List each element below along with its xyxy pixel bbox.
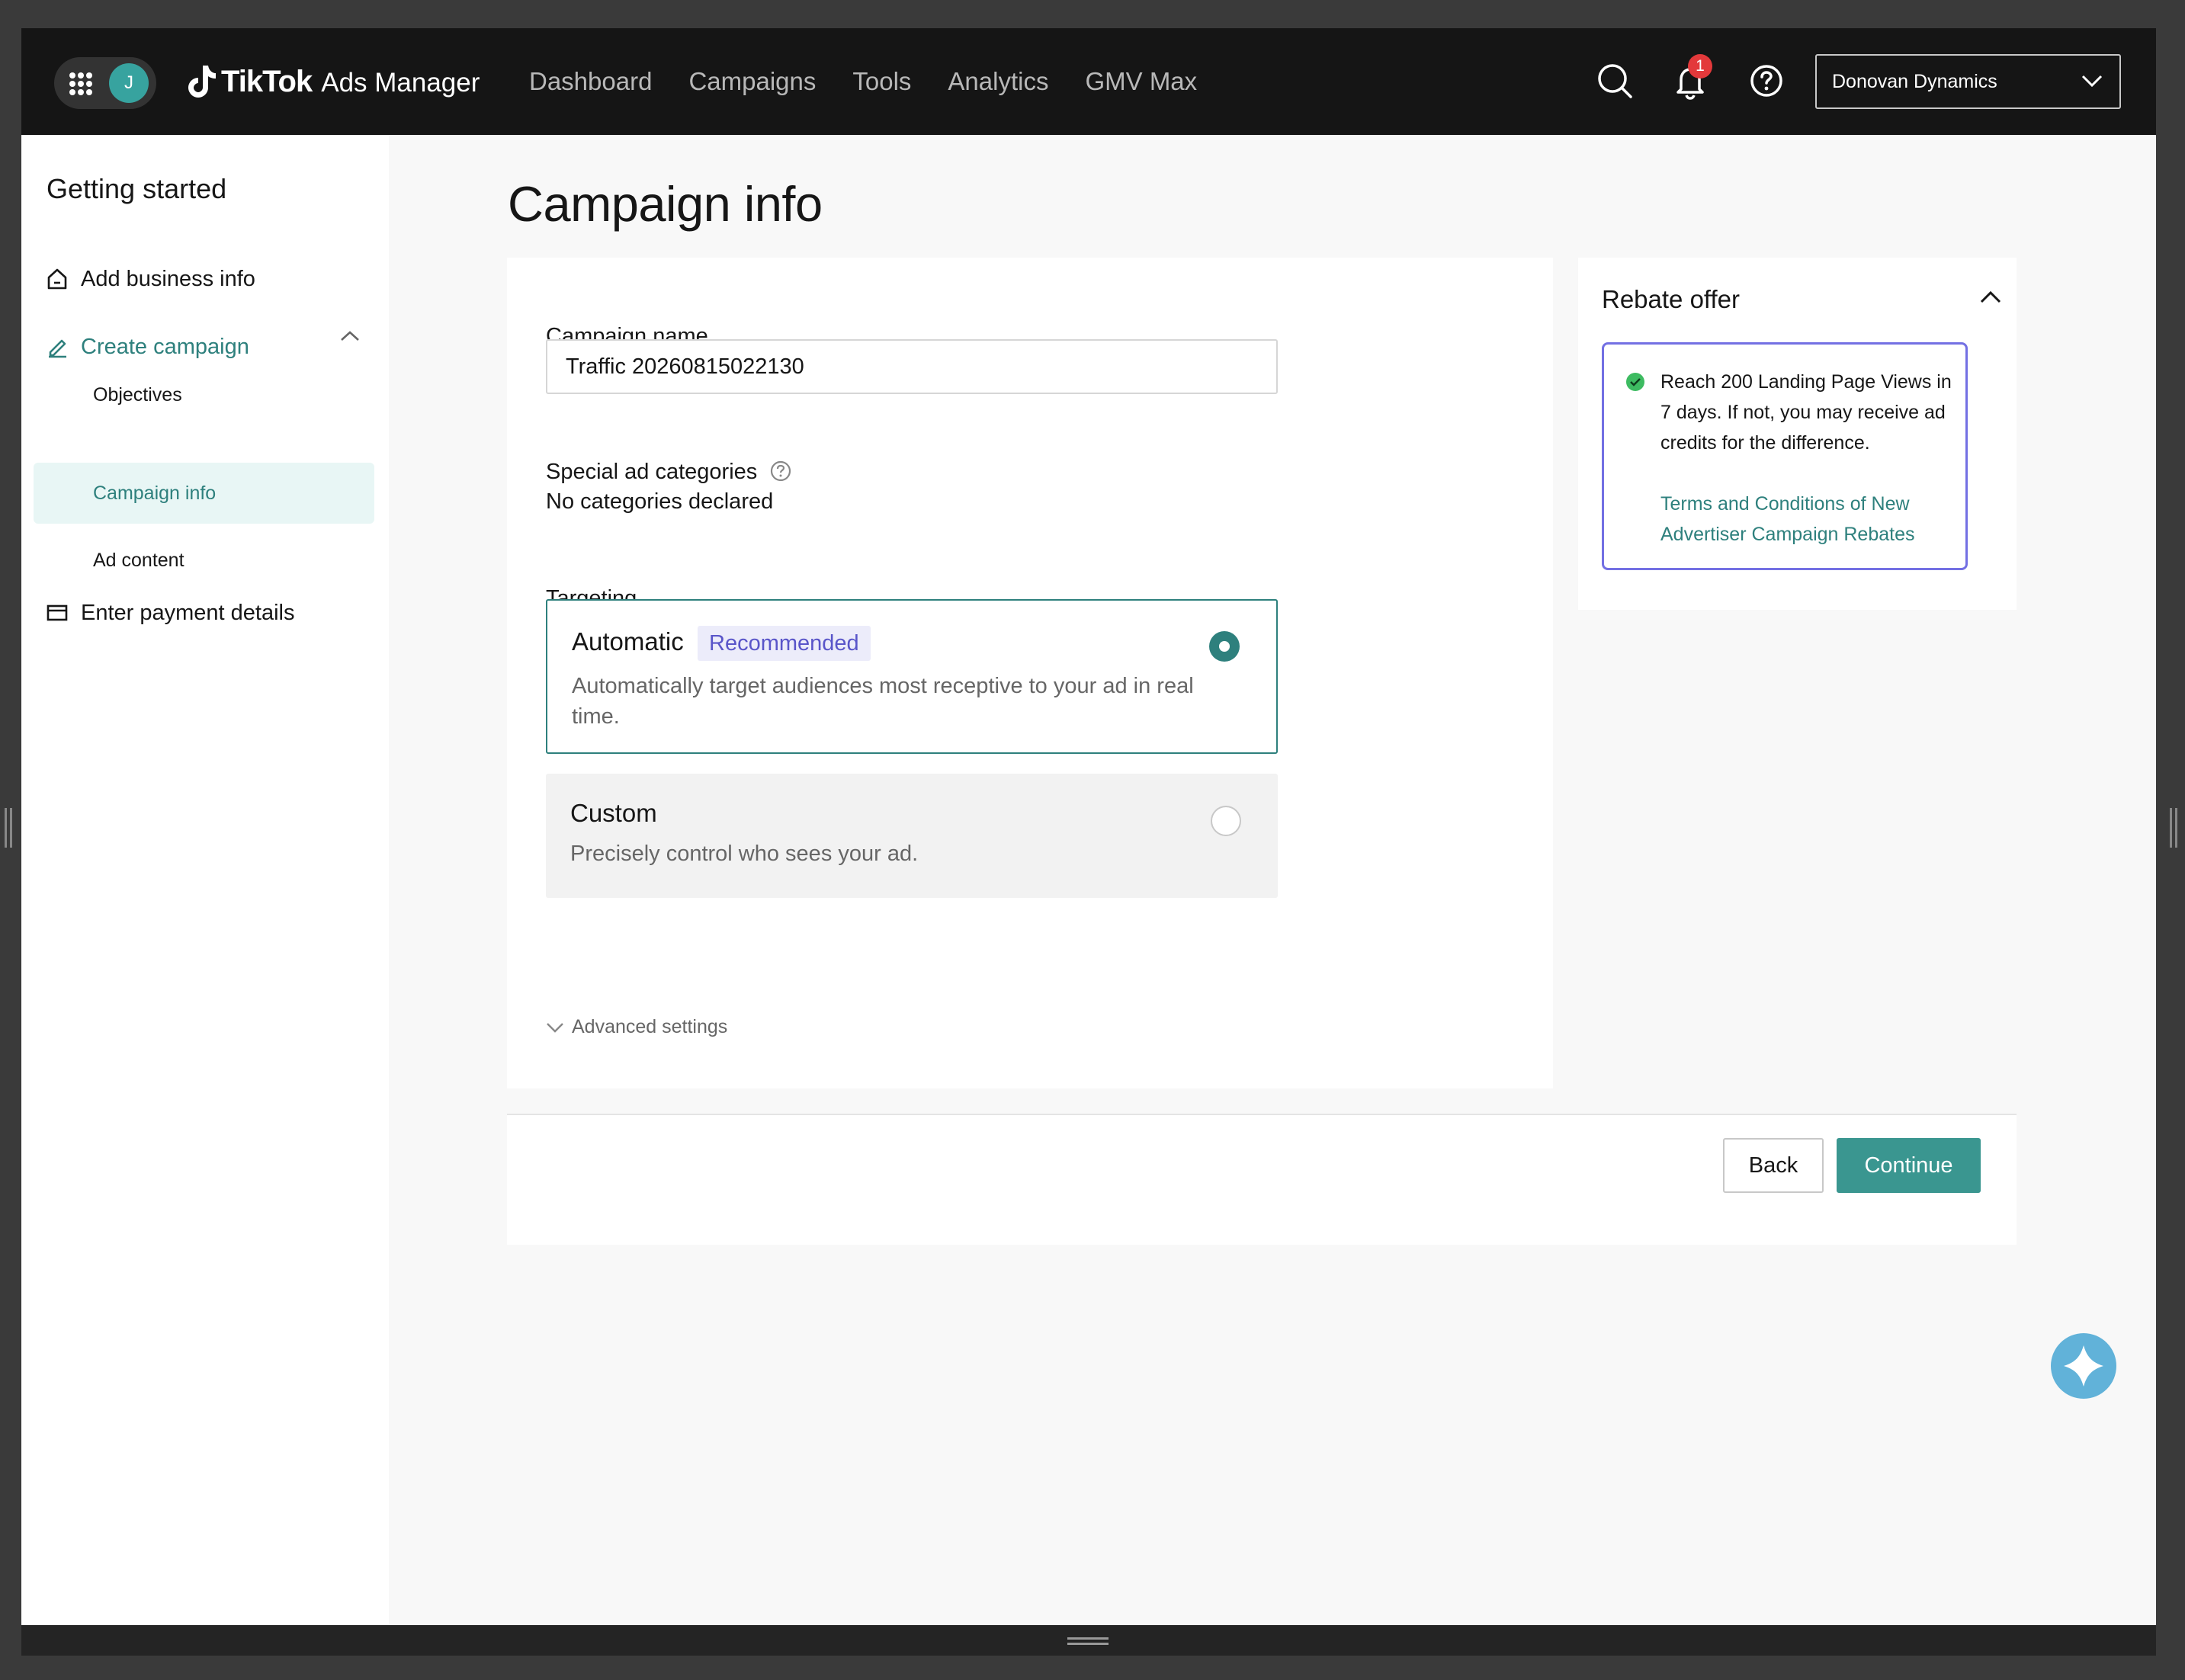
main-nav: Dashboard Campaigns Tools Analytics GMV … [529,65,1234,98]
getting-started-sidebar: Getting started Add business info Create… [21,135,389,1625]
sidebar-item-create-campaign[interactable]: Create campaign [47,329,249,365]
help-icon[interactable] [1746,60,1787,101]
pencil-icon [49,339,66,358]
credit-card-icon [47,604,68,621]
chevron-down-icon [2081,75,2103,88]
back-button[interactable]: Back [1723,1138,1824,1193]
chevron-up-icon[interactable] [1979,290,2002,305]
automatic-title: Automatic [572,627,684,656]
right-resize-handle[interactable] [2170,808,2177,848]
sidebar-title: Getting started [47,173,227,204]
ads-manager-window: J TikTok Ads Manager Dashboard Campaigns… [21,28,2156,1625]
check-circle-icon [1626,373,1644,391]
targeting-option-automatic[interactable]: Automatic Recommended Automatically targ… [546,599,1278,754]
notification-count-badge: 1 [1688,54,1712,79]
sidebar-item-payment[interactable]: Enter payment details [47,595,294,631]
automatic-description: Automatically target audiences most rece… [572,674,1194,729]
rebate-terms-link[interactable]: Terms and Conditions of New Advertiser C… [1660,489,1952,550]
rebate-offer-title: Rebate offer [1602,285,1741,313]
sidebar-step-ad-content[interactable]: Ad content [34,530,374,591]
sidebar-item-label: Enter payment details [81,600,295,625]
chevron-up-icon[interactable] [339,329,361,344]
top-navigation-bar: J TikTok Ads Manager Dashboard Campaigns… [21,28,2156,135]
special-ad-categories-label: Special ad categories [546,457,792,486]
advanced-settings-toggle[interactable]: Advanced settings [546,1016,727,1038]
apps-menu-button[interactable]: J [54,57,156,109]
advanced-settings-label: Advanced settings [572,1016,728,1037]
product-name: Ads Manager [321,68,480,98]
rebate-offer-text: Reach 200 Landing Page Views in 7 days. … [1660,371,1952,454]
recommended-tag: Recommended [698,626,871,661]
nav-gmv-max[interactable]: GMV Max [1085,65,1197,98]
left-resize-handle[interactable] [5,808,12,848]
account-selector[interactable]: Donovan Dynamics [1815,54,2121,109]
sidebar-item-label: Add business info [81,266,255,291]
nav-tools[interactable]: Tools [852,65,911,98]
sidebar-item-add-business[interactable]: Add business info [47,261,255,297]
ai-assistant-button[interactable] [2051,1333,2116,1399]
targeting-option-custom[interactable]: Custom Precisely control who sees your a… [546,774,1278,898]
page-title: Campaign info [508,176,823,232]
custom-description: Precisely control who sees your ad. [570,842,919,866]
bottom-resize-handle[interactable] [1067,1637,1109,1645]
home-icon [47,268,67,290]
campaign-name-input[interactable] [546,339,1278,394]
nav-campaigns[interactable]: Campaigns [688,65,816,98]
custom-radio[interactable] [1211,806,1241,836]
sidebar-step-campaign-info[interactable]: Campaign info [34,463,374,524]
sparkle-icon [2064,1345,2103,1387]
account-name: Donovan Dynamics [1832,71,1997,92]
tiktok-ads-manager-logo[interactable]: TikTok Ads Manager [188,60,480,103]
sidebar-item-label: Create campaign [81,334,249,359]
nav-dashboard[interactable]: Dashboard [529,65,652,98]
brand-name: TikTok [221,64,313,98]
special-ad-categories-text: Special ad categories [546,460,758,484]
help-circle-icon[interactable] [769,460,792,483]
tiktok-note-icon [188,66,216,98]
avatar[interactable]: J [109,63,149,103]
apps-grid-icon [69,72,92,95]
nav-analytics[interactable]: Analytics [948,65,1048,98]
continue-button[interactable]: Continue [1837,1138,1981,1193]
automatic-radio[interactable] [1209,631,1240,662]
custom-title: Custom [570,799,657,827]
sidebar-step-objectives[interactable]: Objectives [34,364,374,425]
special-ad-categories-value: No categories declared [546,489,774,514]
chevron-down-icon [547,1022,563,1033]
search-icon[interactable] [1594,60,1635,101]
